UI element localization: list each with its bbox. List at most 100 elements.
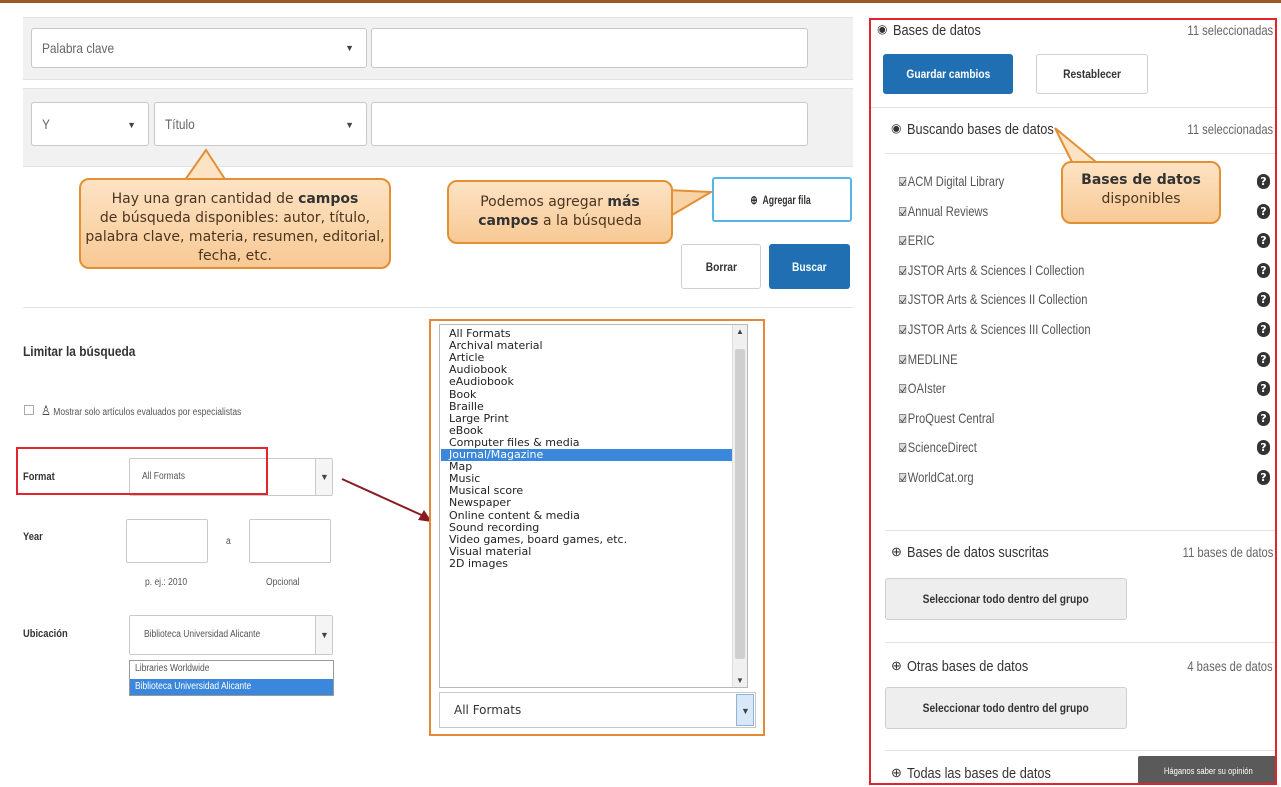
format-option[interactable]: Book xyxy=(441,388,736,401)
format-combo-button[interactable]: ▼ xyxy=(736,694,754,726)
database-label: JSTOR Arts & Sciences I Collection xyxy=(907,261,1085,278)
checkbox-checked-icon[interactable] xyxy=(899,206,907,216)
help-icon[interactable]: ? xyxy=(1257,381,1270,397)
format-option[interactable]: Large Print xyxy=(441,412,736,425)
help-icon[interactable]: ? xyxy=(1257,233,1270,249)
expand-icon[interactable]: ⊕ xyxy=(891,544,902,560)
collapse-icon[interactable]: ◉ xyxy=(877,22,887,36)
scroll-down-icon[interactable]: ▼ xyxy=(736,676,744,685)
search-button[interactable]: Buscar xyxy=(769,244,850,289)
format-option[interactable]: Map xyxy=(441,461,736,473)
location-option-label: Biblioteca Universidad Alicante xyxy=(135,681,252,692)
database-item[interactable]: ScienceDirect xyxy=(899,439,977,455)
database-item[interactable]: JSTOR Arts & Sciences I Collection xyxy=(899,262,1084,278)
feedback-button[interactable]: Háganos saber su opinión xyxy=(1138,756,1275,783)
help-icon[interactable]: ? xyxy=(1257,203,1270,219)
caret-down-icon: ▼ xyxy=(345,120,354,130)
format-option[interactable]: 2D images xyxy=(441,557,736,570)
format-select-arrow[interactable]: ▼ xyxy=(315,459,332,495)
add-row-button[interactable]: ⊕ Agregar fila xyxy=(712,177,852,222)
database-item[interactable]: OAIster xyxy=(899,380,946,396)
database-item[interactable]: Annual Reviews xyxy=(899,203,988,219)
field-select-1[interactable]: Palabra clave ▼ xyxy=(31,28,367,68)
clear-button[interactable]: Borrar xyxy=(681,244,761,289)
checkbox-checked-icon[interactable] xyxy=(899,265,907,275)
database-label: ScienceDirect xyxy=(907,439,977,456)
divider xyxy=(871,107,1275,108)
format-option[interactable]: Archival material xyxy=(441,340,736,352)
checkbox-checked-icon[interactable] xyxy=(899,354,907,364)
location-options: Libraries Worldwide Biblioteca Universid… xyxy=(129,660,334,696)
checkbox-checked-icon[interactable] xyxy=(899,236,907,246)
top-border xyxy=(0,0,1281,3)
format-option[interactable]: Braille xyxy=(441,400,736,413)
format-option[interactable]: Newspaper xyxy=(441,497,736,509)
database-label: JSTOR Arts & Sciences II Collection xyxy=(907,291,1088,308)
all-title: Todas las bases de datos xyxy=(907,765,1051,782)
help-icon[interactable]: ? xyxy=(1257,410,1270,426)
listbox-scrollbar[interactable]: ▲ ▼ xyxy=(732,325,747,687)
help-icon[interactable]: ? xyxy=(1257,292,1270,308)
help-icon[interactable]: ? xyxy=(1257,470,1270,485)
location-select-arrow[interactable]: ▼ xyxy=(315,616,332,654)
save-changes-button[interactable]: Guardar cambios xyxy=(883,54,1013,94)
help-icon[interactable]: ? xyxy=(1257,440,1270,456)
year-to-input[interactable] xyxy=(249,519,331,563)
database-item[interactable]: ProQuest Central xyxy=(899,410,994,426)
reset-button[interactable]: Restablecer xyxy=(1036,54,1148,94)
location-label: Ubicación xyxy=(23,628,68,640)
help-icon[interactable]: ? xyxy=(1257,262,1270,278)
database-item[interactable]: ERIC xyxy=(899,232,935,248)
checkbox-checked-icon[interactable] xyxy=(899,295,907,305)
format-combo[interactable]: All Formats ▼ xyxy=(439,692,756,728)
scroll-up-icon[interactable]: ▲ xyxy=(736,327,744,336)
database-item[interactable]: ACM Digital Library xyxy=(899,173,1004,189)
database-item[interactable]: MEDLINE xyxy=(899,351,958,367)
database-item[interactable]: JSTOR Arts & Sciences III Collection xyxy=(899,321,1091,337)
format-option[interactable]: eAudiobook xyxy=(441,376,736,388)
callout-text: a la búsqueda xyxy=(538,213,642,229)
database-item[interactable]: WorldCat.org xyxy=(899,469,974,485)
scroll-thumb[interactable] xyxy=(735,349,745,659)
operator-value: Y xyxy=(42,116,50,132)
databases-count: 11 seleccionadas xyxy=(1187,22,1273,38)
callout-bold: campos xyxy=(298,191,359,207)
database-label: ACM Digital Library xyxy=(907,173,1005,189)
collapse-icon[interactable]: ◉ xyxy=(891,121,901,135)
year-from-input[interactable] xyxy=(126,519,208,563)
expand-icon[interactable]: ⊕ xyxy=(891,658,902,674)
database-item[interactable]: JSTOR Arts & Sciences II Collection xyxy=(899,291,1087,307)
location-select[interactable]: Biblioteca Universidad Alicante ▼ xyxy=(129,615,333,655)
searching-title: Buscando bases de datos xyxy=(907,121,1054,138)
subscribed-title: Bases de datos suscritas xyxy=(907,544,1049,561)
format-option[interactable]: Journal/Magazine xyxy=(441,448,736,462)
field-select-1-value: Palabra clave xyxy=(42,40,115,56)
peer-review-checkbox[interactable] xyxy=(24,405,34,415)
format-option[interactable]: Online content & media xyxy=(441,509,736,522)
operator-select[interactable]: Y ▼ xyxy=(31,102,149,146)
format-listbox[interactable]: All Formats Archival material Article Audio… xyxy=(439,324,748,688)
help-icon[interactable]: ? xyxy=(1257,174,1270,189)
select-all-subscribed-button[interactable]: Seleccionar todo dentro del grupo xyxy=(885,578,1127,620)
checkbox-checked-icon[interactable] xyxy=(899,413,907,423)
search-term-input-2[interactable] xyxy=(371,102,808,146)
checkbox-checked-icon[interactable] xyxy=(899,384,907,394)
search-term-input-1[interactable] xyxy=(371,28,808,68)
format-option[interactable]: Video games, board games, etc. xyxy=(441,533,736,546)
select-all-label: Seleccionar todo dentro del grupo xyxy=(922,701,1090,715)
location-option-worldwide[interactable]: Libraries Worldwide xyxy=(130,661,333,677)
expand-icon[interactable]: ⊕ xyxy=(891,765,902,781)
checkbox-checked-icon[interactable] xyxy=(899,325,907,334)
help-icon[interactable]: ? xyxy=(1257,322,1270,337)
format-option[interactable]: Sound recording xyxy=(441,521,736,534)
field-select-2[interactable]: Título ▼ xyxy=(154,102,367,146)
checkbox-checked-icon[interactable] xyxy=(899,443,907,453)
select-all-other-button[interactable]: Seleccionar todo dentro del grupo xyxy=(885,687,1127,729)
checkbox-checked-icon[interactable] xyxy=(899,473,907,482)
database-label: ProQuest Central xyxy=(907,409,995,426)
help-icon[interactable]: ? xyxy=(1257,351,1270,367)
checkbox-checked-icon[interactable] xyxy=(899,177,907,186)
callout-text: Podemos agregar xyxy=(480,194,608,210)
location-option-alicante[interactable]: Biblioteca Universidad Alicante xyxy=(130,679,333,695)
other-title: Otras bases de datos xyxy=(907,658,1029,675)
